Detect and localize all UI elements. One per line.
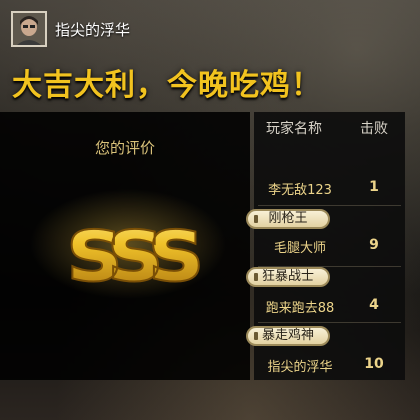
row-divider <box>258 322 401 323</box>
table-row[interactable]: 李无敌123 1 <box>254 179 405 198</box>
grade-emblem: sss <box>30 189 226 302</box>
grade-letters: sss <box>67 195 200 302</box>
player-kills: 1 <box>369 179 379 195</box>
victory-slogan: 大吉大利，今晚吃鸡！ <box>12 68 322 103</box>
player-kills: 4 <box>369 297 379 313</box>
player-title-badge: 狂暴战士 <box>246 267 330 287</box>
avatar[interactable] <box>11 11 47 47</box>
player-kills: 9 <box>369 237 379 253</box>
player-name: 毛腿大师 <box>273 241 326 256</box>
username-label: 指尖的浮华 <box>55 21 131 39</box>
column-header-name: 玩家名称 <box>266 121 322 137</box>
column-header-kills: 击败 <box>360 121 388 137</box>
row-divider <box>258 205 401 206</box>
table-row[interactable]: 指尖的浮华 10 <box>254 356 405 375</box>
player-name: 李无敌123 <box>268 183 332 198</box>
player-name: 指尖的浮华 <box>267 360 333 375</box>
player-title-badge: 暴走鸡神 <box>246 326 330 346</box>
table-row[interactable]: 跑来跑去88 4 <box>254 297 405 316</box>
player-title-badge: 刚枪王 <box>246 209 330 229</box>
rating-label: 您的评价 <box>94 139 155 157</box>
table-row[interactable]: 毛腿大师 9 <box>254 237 405 256</box>
player-name: 跑来跑去88 <box>265 301 335 316</box>
player-kills: 10 <box>364 356 384 372</box>
